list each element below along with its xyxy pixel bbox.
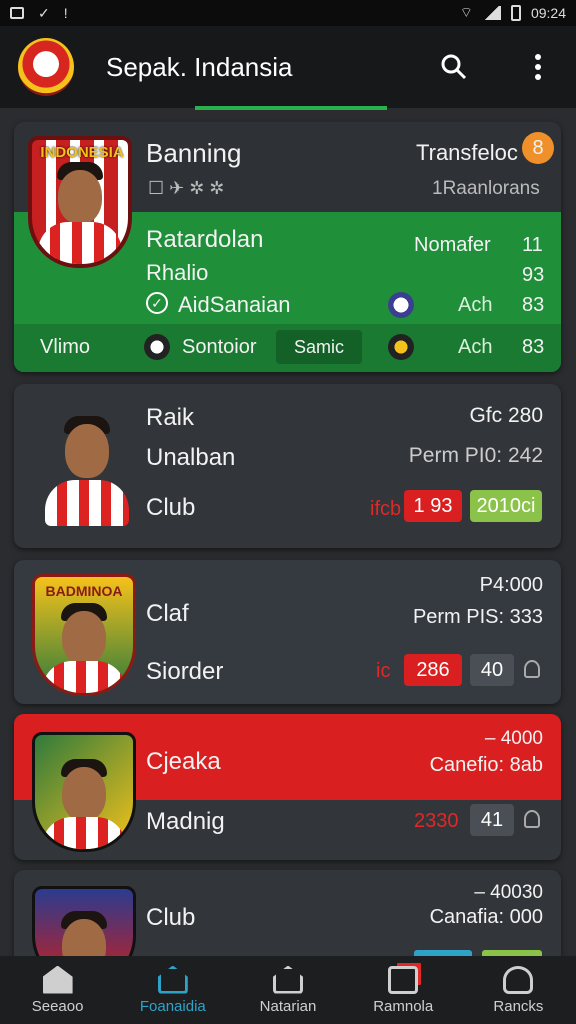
nav-label: Foanaidia	[139, 997, 206, 1015]
check-icon: ✓	[146, 292, 168, 314]
player-name: Banning	[146, 138, 242, 168]
player-card-3[interactable]: BADMINOA Claf P4:000 Perm PIS: 333 Siord…	[14, 560, 561, 704]
player-stat-top: – 40030	[474, 882, 543, 903]
notification-icon: ✓	[38, 4, 50, 21]
player-meta-icons: ☐ ✈ ✲ ✲	[148, 178, 225, 198]
status-bar: ✓ ! ⌔ 09:24	[0, 0, 576, 26]
player-photo	[32, 408, 142, 538]
player-stat-top: – 4000	[484, 728, 543, 749]
player-stat-2: Perm PIS: 333	[412, 606, 543, 628]
team-crest: INDONESIA	[28, 136, 132, 268]
rating-red-badge: 286	[404, 654, 462, 686]
nav-label: Natarian	[259, 997, 317, 1015]
detail-row-1-right-label: Nomafer	[414, 234, 491, 256]
club-badge-icon	[144, 334, 170, 360]
detail-row-3-right-label: Ach	[458, 294, 493, 316]
nav-label: Rancks	[493, 997, 544, 1015]
player-stat-2: Canafia: 000	[429, 906, 543, 928]
player-card-1[interactable]: Banning ☐ ✈ ✲ ✲ Transfeloc 8 1Raanlorans…	[14, 122, 561, 372]
detail-row-3-label: AidSanaian	[178, 292, 291, 317]
player-card-2[interactable]: Raik Gfc 280 Unalban Perm PI0: 242 Club …	[14, 384, 561, 548]
footer-right-value: 83	[522, 336, 545, 358]
photo-icon	[10, 7, 24, 19]
player-card-4[interactable]: Cjeaka – 4000 Canefio: 8ab Madnig 2330 4…	[14, 714, 561, 860]
footer-action-button[interactable]: Samic	[276, 330, 362, 364]
tab-indicator	[195, 106, 387, 110]
home-icon	[42, 965, 73, 994]
player-tag: ifcb	[370, 498, 402, 520]
player-label-1: Cjeaka	[146, 748, 221, 775]
player-stat-2: Perm PI0: 242	[408, 444, 543, 467]
player-label-1: Club	[146, 904, 196, 931]
more-options-icon[interactable]	[514, 26, 562, 108]
profile-icon	[503, 965, 534, 994]
crest-text: BADMINOA	[45, 583, 123, 599]
nav-item-foanaidia[interactable]: Foanaidia	[115, 956, 230, 1024]
team-crest	[32, 732, 136, 852]
battery-icon	[510, 5, 521, 21]
detail-row-1-label: Ratardolan	[146, 226, 264, 253]
detail-row-2-label: Rhalio	[146, 260, 209, 285]
search-icon[interactable]	[430, 26, 478, 108]
card-footer: Vlimo Sontoior Samic Ach 83	[14, 324, 561, 372]
player-label-2: Siorder	[146, 658, 224, 685]
detail-row-2-value: 93	[522, 264, 545, 286]
player-label-2: Madnig	[146, 808, 225, 835]
app-bar: Sepak. Indansia	[0, 26, 576, 108]
detail-row-3-value: 83	[522, 294, 545, 316]
sub-right-text: 1Raanlorans	[432, 178, 540, 199]
house-outline-icon	[157, 965, 188, 994]
transfer-label: Transfeloc	[416, 140, 518, 165]
player-stat-1: Gfc 280	[469, 404, 543, 427]
player-stat-top: P4:000	[479, 574, 543, 596]
nav-label: Ramnola	[373, 997, 434, 1015]
building-icon	[273, 965, 303, 994]
player-label-1: Raik	[146, 404, 195, 431]
footer-left-label: Vlimo	[40, 336, 91, 358]
nav-item-rancks[interactable]: Rancks	[461, 956, 576, 1024]
detail-row-1-value: 11	[522, 234, 543, 256]
nav-item-natarian[interactable]: Natarian	[230, 956, 345, 1024]
profile-icon[interactable]	[524, 810, 540, 828]
alert-icon: !	[63, 5, 68, 21]
rating-green-badge: 2010ci	[470, 490, 542, 522]
player-stat-2: Canefio: 8ab	[429, 754, 543, 776]
profile-icon[interactable]	[524, 660, 540, 678]
nav-item-home[interactable]: Seeaoo	[0, 956, 115, 1024]
app-logo	[18, 38, 74, 96]
player-photo	[58, 170, 102, 224]
footer-mid-label: Sontoior	[182, 336, 257, 358]
chart-icon	[388, 965, 419, 994]
bottom-navigation: Seeaoo Foanaidia Natarian Ramnola Rancks	[0, 956, 576, 1024]
signal-icon	[482, 6, 501, 20]
player-tag: ic	[376, 660, 391, 682]
rating-badge: 40	[470, 654, 514, 686]
rating-badge: 41	[470, 804, 514, 836]
footer-right-label: Ach	[458, 336, 493, 358]
rating-red-badge: 1 93	[404, 490, 462, 522]
club-logo-icon	[388, 292, 414, 318]
player-club-label: Club	[146, 494, 196, 521]
clock: 09:24	[530, 5, 566, 21]
nav-label: Seeaoo	[31, 997, 84, 1015]
team-crest: BADMINOA	[32, 574, 136, 696]
app-title: Sepak. Indansia	[106, 51, 293, 82]
wifi-icon: ⌔	[459, 4, 473, 20]
nav-item-ramnola[interactable]: Ramnola	[346, 956, 461, 1024]
player-card-5[interactable]: Club – 40030 Canafia: 000	[14, 870, 561, 970]
player-label-2: Unalban	[146, 444, 236, 471]
transfer-count-badge: 8	[522, 132, 554, 164]
player-label-1: Claf	[146, 600, 189, 627]
crest-text: INDONESIA	[40, 144, 124, 161]
club-crest-icon	[388, 334, 414, 360]
player-tag: 2330	[414, 810, 459, 832]
